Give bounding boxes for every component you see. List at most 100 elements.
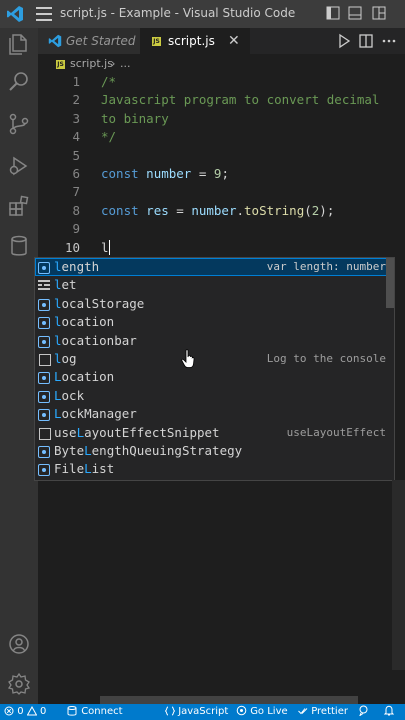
snippet-icon [39, 427, 51, 440]
more-icon[interactable] [381, 33, 397, 49]
suggestion-match: l [54, 295, 62, 311]
variable-icon [38, 372, 50, 385]
suggestion-item[interactable]: locationbar [35, 332, 394, 350]
code-line: to binary [101, 110, 169, 126]
suggestion-item[interactable]: localStorage [35, 295, 394, 313]
suggestion-rest: og [61, 351, 77, 366]
prettier-status[interactable]: Prettier [298, 704, 348, 720]
language-label: JavaScript [178, 706, 229, 717]
toggle-panel-icon[interactable] [348, 6, 362, 20]
variable-icon [38, 335, 50, 348]
suggestion-rest: ist [91, 461, 115, 477]
suggestion-item[interactable]: Lock [35, 387, 394, 405]
suggestion-item[interactable]: let [35, 276, 394, 294]
line-number: 7 [72, 184, 80, 200]
menu-icon[interactable] [36, 7, 52, 21]
suggestion-rest: engthQueuingStrategy [91, 443, 243, 458]
breadcrumb-symbols[interactable]: ... [120, 54, 131, 74]
close-icon[interactable]: ✕ [228, 28, 240, 54]
suggestion-scrollbar[interactable] [386, 258, 394, 308]
problems-indicator[interactable]: 0 0 [4, 704, 46, 720]
line-number: 9 [72, 221, 80, 237]
suggestion-prefix: File [54, 461, 85, 477]
customize-layout-icon[interactable] [372, 6, 386, 20]
suggestion-label: localStorage [54, 296, 144, 311]
suggestion-match: L [84, 443, 92, 458]
tab-get-started[interactable]: Get Started [38, 28, 140, 54]
window-title: script.js - Example - Visual Studio Code [60, 6, 296, 20]
feedback-button[interactable] [358, 704, 369, 720]
suggestion-label: LockManager [54, 406, 137, 421]
token-punctuation: ); [319, 202, 335, 218]
suggestion-widget: length var length: number let localStorage l… [34, 257, 395, 481]
account-icon[interactable] [7, 632, 31, 656]
toggle-sidebar-icon[interactable] [326, 6, 340, 20]
code-line: const number = 9; [101, 166, 229, 181]
token-operator: = [168, 202, 192, 218]
line-number: 2 [72, 92, 80, 108]
variable-icon [38, 262, 50, 274]
suggestion-detail: Log to the console [266, 352, 386, 365]
keyword-icon [38, 280, 50, 291]
suggestion-rest: et [61, 277, 77, 293]
connect-label: Connect [81, 706, 123, 717]
suggestion-item[interactable]: LockManager [35, 405, 394, 423]
connect-button[interactable]: Connect [66, 704, 123, 720]
suggestion-label: let [54, 277, 77, 292]
mouse-pointer-icon [181, 349, 195, 368]
line-number: 5 [72, 147, 80, 163]
bell-icon [383, 705, 395, 716]
search-icon[interactable] [7, 70, 31, 94]
breadcrumb-file[interactable]: script.js [70, 54, 113, 74]
horizontal-scrollbar[interactable] [100, 696, 358, 704]
editor-tabs: Get Started JS script.js ✕ [38, 28, 405, 54]
token-variable: number [191, 202, 237, 218]
suggestion-item[interactable]: Location [35, 368, 394, 386]
suggestion-label: log [54, 351, 77, 366]
split-editor-icon[interactable] [358, 33, 374, 49]
suggestion-match: L [54, 406, 62, 422]
explorer-icon[interactable] [7, 32, 31, 56]
suggestion-prefix: use [54, 424, 77, 440]
language-mode[interactable]: JavaScript [164, 704, 229, 720]
line-number: 3 [72, 110, 80, 126]
suggestion-item[interactable]: ByteLengthQueuingStrategy [35, 442, 394, 460]
suggestion-match: l [54, 332, 62, 348]
settings-gear-icon[interactable] [7, 672, 31, 696]
prettier-label: Prettier [311, 706, 348, 717]
javascript-file-icon: JS [56, 60, 65, 69]
line-number: 1 [72, 74, 80, 89]
vscode-logo-icon [7, 6, 23, 22]
code-line: const res = number.toString(2); [101, 203, 334, 218]
feedback-icon [358, 705, 368, 717]
extensions-icon[interactable] [7, 194, 31, 218]
line-number: 4 [72, 129, 80, 145]
run-debug-icon[interactable] [7, 154, 31, 178]
variable-icon [38, 464, 50, 477]
code-line: l [101, 239, 110, 255]
database-icon[interactable] [7, 234, 31, 258]
token-variable: number [146, 166, 192, 181]
go-live-button[interactable]: Go Live [236, 704, 288, 720]
suggestion-item[interactable]: length var length: number [35, 258, 394, 277]
suggestion-item[interactable]: log Log to the console [35, 350, 394, 368]
variable-icon [38, 298, 50, 311]
suggestion-rest: ock [61, 387, 85, 403]
variable-icon [38, 317, 50, 330]
source-control-icon[interactable] [7, 112, 31, 136]
editor-scrollbar[interactable] [392, 480, 405, 670]
suggestion-label: locationbar [54, 333, 137, 348]
run-icon[interactable] [336, 33, 352, 49]
suggestion-prefix: Byte [54, 443, 85, 458]
tab-label: Get Started [66, 34, 136, 48]
suggestion-item[interactable]: FileList [35, 460, 394, 478]
braces-icon [164, 706, 176, 716]
suggestion-rest: ayoutEffectSnippet [84, 424, 220, 440]
suggestion-label: Location [54, 369, 114, 384]
suggestion-item[interactable]: location [35, 313, 394, 331]
notifications-button[interactable] [383, 704, 395, 720]
tab-script-js[interactable]: JS script.js ✕ [140, 28, 250, 54]
go-live-label: Go Live [250, 706, 288, 717]
suggestion-item[interactable]: useLayoutEffectSnippet useLayoutEffect [35, 424, 394, 442]
suggestion-match: l [54, 277, 62, 293]
